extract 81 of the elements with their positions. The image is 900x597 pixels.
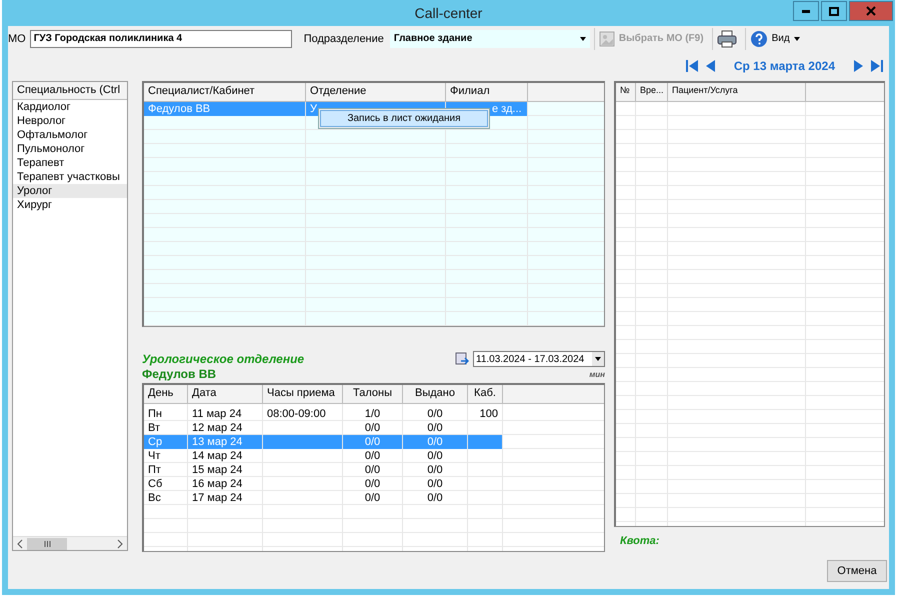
cancel-button[interactable]: Отмена bbox=[827, 560, 887, 582]
table-cell[interactable]: Сб bbox=[144, 477, 188, 492]
specialty-item[interactable]: Кардиолог bbox=[13, 100, 127, 114]
table-cell[interactable]: 0/0 bbox=[403, 407, 468, 422]
table-cell[interactable]: 11 мар 24 bbox=[188, 407, 263, 422]
specialty-item[interactable]: Уролог bbox=[13, 184, 127, 198]
column-header[interactable]: Отделение bbox=[306, 83, 446, 102]
close-icon bbox=[866, 6, 876, 16]
column-header[interactable]: № bbox=[616, 83, 636, 102]
minimize-icon bbox=[802, 10, 810, 12]
column-header[interactable]: Часы приема bbox=[263, 385, 343, 404]
view-menu-button[interactable]: Вид bbox=[744, 28, 804, 50]
column-header[interactable]: Пациент/Услуга bbox=[668, 83, 806, 102]
column-header[interactable]: Дата bbox=[188, 385, 263, 404]
picture-icon bbox=[598, 30, 615, 47]
table-cell[interactable] bbox=[468, 435, 503, 450]
table-cell[interactable]: 0/0 bbox=[343, 449, 403, 464]
doctor-name: Федулов ВВ bbox=[142, 367, 216, 382]
mo-field[interactable]: ГУЗ Городская поликлиника 4 bbox=[30, 30, 292, 48]
column-header[interactable]: Специалист/Кабинет bbox=[144, 83, 306, 102]
printer-icon bbox=[716, 30, 737, 48]
maximize-icon bbox=[829, 6, 839, 16]
table-cell[interactable]: Пт bbox=[144, 463, 188, 478]
table-cell[interactable]: 14 мар 24 bbox=[188, 449, 263, 464]
caret-icon bbox=[794, 36, 800, 41]
caret-icon bbox=[580, 36, 586, 41]
window-title: Call-center bbox=[414, 4, 482, 21]
table-cell[interactable]: Вс bbox=[144, 491, 188, 506]
table-cell[interactable]: 16 мар 24 bbox=[188, 477, 263, 492]
division-select[interactable]: Главное здание bbox=[390, 30, 590, 48]
previous-button[interactable] bbox=[706, 60, 716, 72]
department-title: Урологическое отделение bbox=[142, 352, 304, 366]
next-icon bbox=[853, 60, 863, 72]
column-header[interactable]: Вре... bbox=[636, 83, 668, 102]
period-select[interactable]: 11.03.2024 - 17.03.2024 bbox=[473, 351, 605, 368]
maximize-button[interactable] bbox=[821, 1, 847, 21]
menu-item[interactable]: Запись в лист ожидания bbox=[320, 110, 488, 128]
minimize-button[interactable] bbox=[793, 1, 819, 21]
table-cell[interactable]: Чт bbox=[144, 449, 188, 464]
help-icon bbox=[750, 30, 768, 48]
table-cell[interactable]: 1/0 bbox=[343, 407, 403, 422]
division-label: Подразделение bbox=[304, 32, 384, 45]
table-cell[interactable]: 08:00-09:00 bbox=[263, 407, 343, 422]
table-cell[interactable]: 100 bbox=[468, 407, 503, 422]
specialty-item[interactable]: Пульмонолог bbox=[13, 142, 127, 156]
horizontal-scrollbar[interactable] bbox=[13, 536, 127, 550]
close-button[interactable] bbox=[849, 1, 893, 21]
quota-label: Квота: bbox=[620, 535, 660, 548]
table-cell[interactable]: 0/0 bbox=[403, 477, 468, 492]
skip-back-icon bbox=[686, 60, 698, 72]
table-cell[interactable]: 0/0 bbox=[403, 463, 468, 478]
first-page-button[interactable] bbox=[686, 60, 698, 72]
current-date: Ср 13 марта 2024 bbox=[734, 58, 835, 72]
table-cell[interactable]: 15 мар 24 bbox=[188, 463, 263, 478]
previous-icon bbox=[706, 60, 716, 72]
table-cell[interactable]: 0/0 bbox=[403, 449, 468, 464]
column-header[interactable]: Выдано bbox=[403, 385, 468, 404]
table-cell[interactable]: 17 мар 24 bbox=[188, 491, 263, 506]
unit-label: мин bbox=[589, 370, 605, 379]
specialty-item[interactable]: Терапевт участковы bbox=[13, 170, 127, 184]
skip-forward-icon bbox=[871, 60, 883, 72]
column-header[interactable]: Талоны bbox=[343, 385, 403, 404]
grip-icon bbox=[44, 540, 50, 547]
column-header[interactable]: Специальность (Ctrl bbox=[13, 82, 127, 100]
table-cell[interactable]: 0/0 bbox=[343, 491, 403, 506]
table-cell[interactable]: Пн bbox=[144, 407, 188, 422]
column-header[interactable]: Филиал bbox=[446, 83, 528, 102]
specialty-item[interactable]: Офтальмолог bbox=[13, 128, 127, 142]
table-cell[interactable]: 0/0 bbox=[403, 491, 468, 506]
table-cell[interactable]: 0/0 bbox=[343, 477, 403, 492]
last-page-button[interactable] bbox=[871, 60, 883, 72]
next-button[interactable] bbox=[853, 60, 863, 72]
caret-icon bbox=[595, 357, 601, 362]
specialty-item[interactable]: Терапевт bbox=[13, 156, 127, 170]
column-header[interactable]: Каб. bbox=[468, 385, 503, 404]
specialty-item[interactable]: Невролог bbox=[13, 114, 127, 128]
table-cell[interactable]: 0/0 bbox=[343, 463, 403, 478]
specialty-item[interactable]: Хирург bbox=[13, 198, 127, 212]
mo-label: МО bbox=[8, 32, 26, 45]
table-cell[interactable] bbox=[263, 435, 343, 450]
column-header[interactable]: День bbox=[144, 385, 188, 404]
